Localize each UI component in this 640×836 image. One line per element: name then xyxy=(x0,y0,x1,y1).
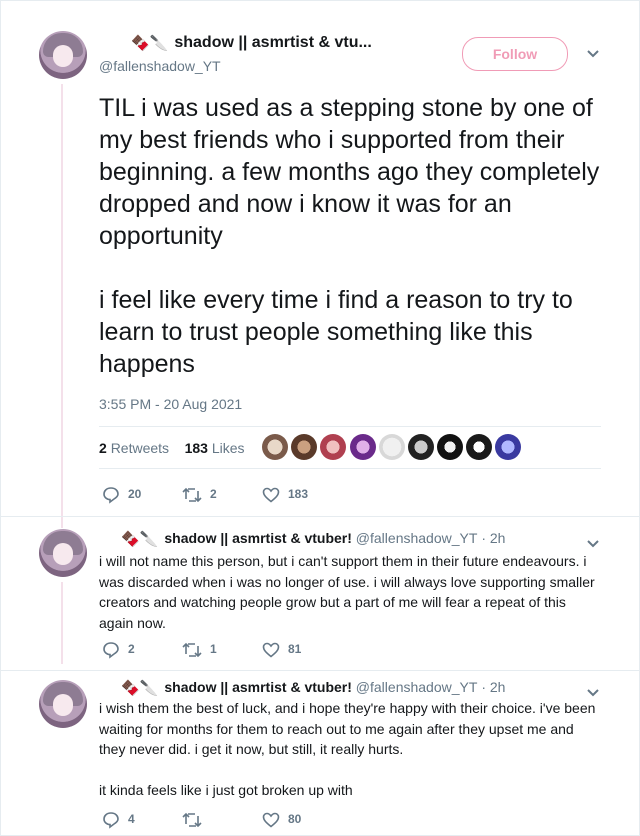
liker-avatar[interactable] xyxy=(320,434,346,460)
reply-text: i will not name this person, but i can't… xyxy=(99,553,599,631)
liker-avatar[interactable] xyxy=(466,434,492,460)
retweet-icon xyxy=(182,487,202,503)
chocolate-knife-emoji: 🍫🔪 xyxy=(121,531,159,549)
thread-line xyxy=(61,84,63,528)
retweet-button[interactable]: 2 xyxy=(182,486,217,504)
liker-avatar[interactable] xyxy=(379,434,405,460)
follow-button[interactable]: Follow xyxy=(462,37,568,71)
reply-button[interactable]: 2 xyxy=(102,641,135,659)
liker-avatar[interactable] xyxy=(262,434,288,460)
like-button[interactable]: 81 xyxy=(262,641,301,659)
heart-icon xyxy=(262,487,280,503)
author-handle[interactable]: @fallenshadow_YT xyxy=(356,679,478,695)
heart-icon xyxy=(262,812,280,828)
tweet-timestamp[interactable]: 3:55 PM - 20 Aug 2021 xyxy=(99,396,242,412)
reply-time[interactable]: · 2h xyxy=(481,679,505,695)
chevron-down-icon[interactable] xyxy=(586,46,600,62)
chocolate-knife-emoji: 🍫🔪 xyxy=(131,35,169,52)
display-name[interactable]: shadow || asmrtist & vtu... xyxy=(174,34,371,51)
tweet-text: TIL i was used as a stepping stone by on… xyxy=(99,94,600,378)
liker-avatar[interactable] xyxy=(408,434,434,460)
retweet-icon xyxy=(182,642,202,658)
display-name[interactable]: shadow || asmrtist & vtuber! xyxy=(164,679,352,695)
divider xyxy=(99,426,601,427)
reply-icon xyxy=(103,642,119,659)
avatar[interactable] xyxy=(39,529,87,577)
author-handle[interactable]: @fallenshadow_YT xyxy=(99,58,221,74)
reply-author[interactable]: 🍫🔪 shadow || asmrtist & vtuber! @fallensh… xyxy=(121,679,505,697)
author-handle[interactable]: @fallenshadow_YT xyxy=(356,530,478,546)
reply-button[interactable]: 20 xyxy=(102,486,141,504)
retweets-stat[interactable]: 2 Retweets xyxy=(99,440,169,456)
liker-avatar[interactable] xyxy=(495,434,521,460)
reply-icon xyxy=(103,812,119,829)
retweet-button[interactable] xyxy=(182,811,210,829)
avatar[interactable] xyxy=(39,31,87,79)
thread-line xyxy=(61,582,63,664)
like-button[interactable]: 80 xyxy=(262,811,301,829)
author-name[interactable]: 🍫🔪 shadow || asmrtist & vtu... xyxy=(131,34,372,52)
reply-text: i wish them the best of luck, and i hope… xyxy=(99,700,596,798)
retweet-button[interactable]: 1 xyxy=(182,641,217,659)
liker-avatar[interactable] xyxy=(437,434,463,460)
engagement-stats: 2 Retweets 183 Likes xyxy=(99,440,245,456)
heart-icon xyxy=(262,642,280,658)
divider xyxy=(0,670,640,671)
liker-avatar[interactable] xyxy=(350,434,376,460)
chocolate-knife-emoji: 🍫🔪 xyxy=(121,680,159,698)
divider xyxy=(0,516,640,517)
avatar[interactable] xyxy=(39,680,87,728)
like-button[interactable]: 183 xyxy=(262,486,308,504)
reply-button[interactable]: 4 xyxy=(102,811,135,829)
divider xyxy=(99,468,601,469)
reply-icon xyxy=(103,487,119,504)
chevron-down-icon[interactable] xyxy=(586,536,600,552)
reply-author[interactable]: 🍫🔪 shadow || asmrtist & vtuber! @fallensh… xyxy=(121,530,505,548)
reply-time[interactable]: · 2h xyxy=(481,530,505,546)
likes-stat[interactable]: 183 Likes xyxy=(185,440,245,456)
retweet-icon xyxy=(182,812,202,828)
display-name[interactable]: shadow || asmrtist & vtuber! xyxy=(164,530,352,546)
liker-avatar[interactable] xyxy=(291,434,317,460)
